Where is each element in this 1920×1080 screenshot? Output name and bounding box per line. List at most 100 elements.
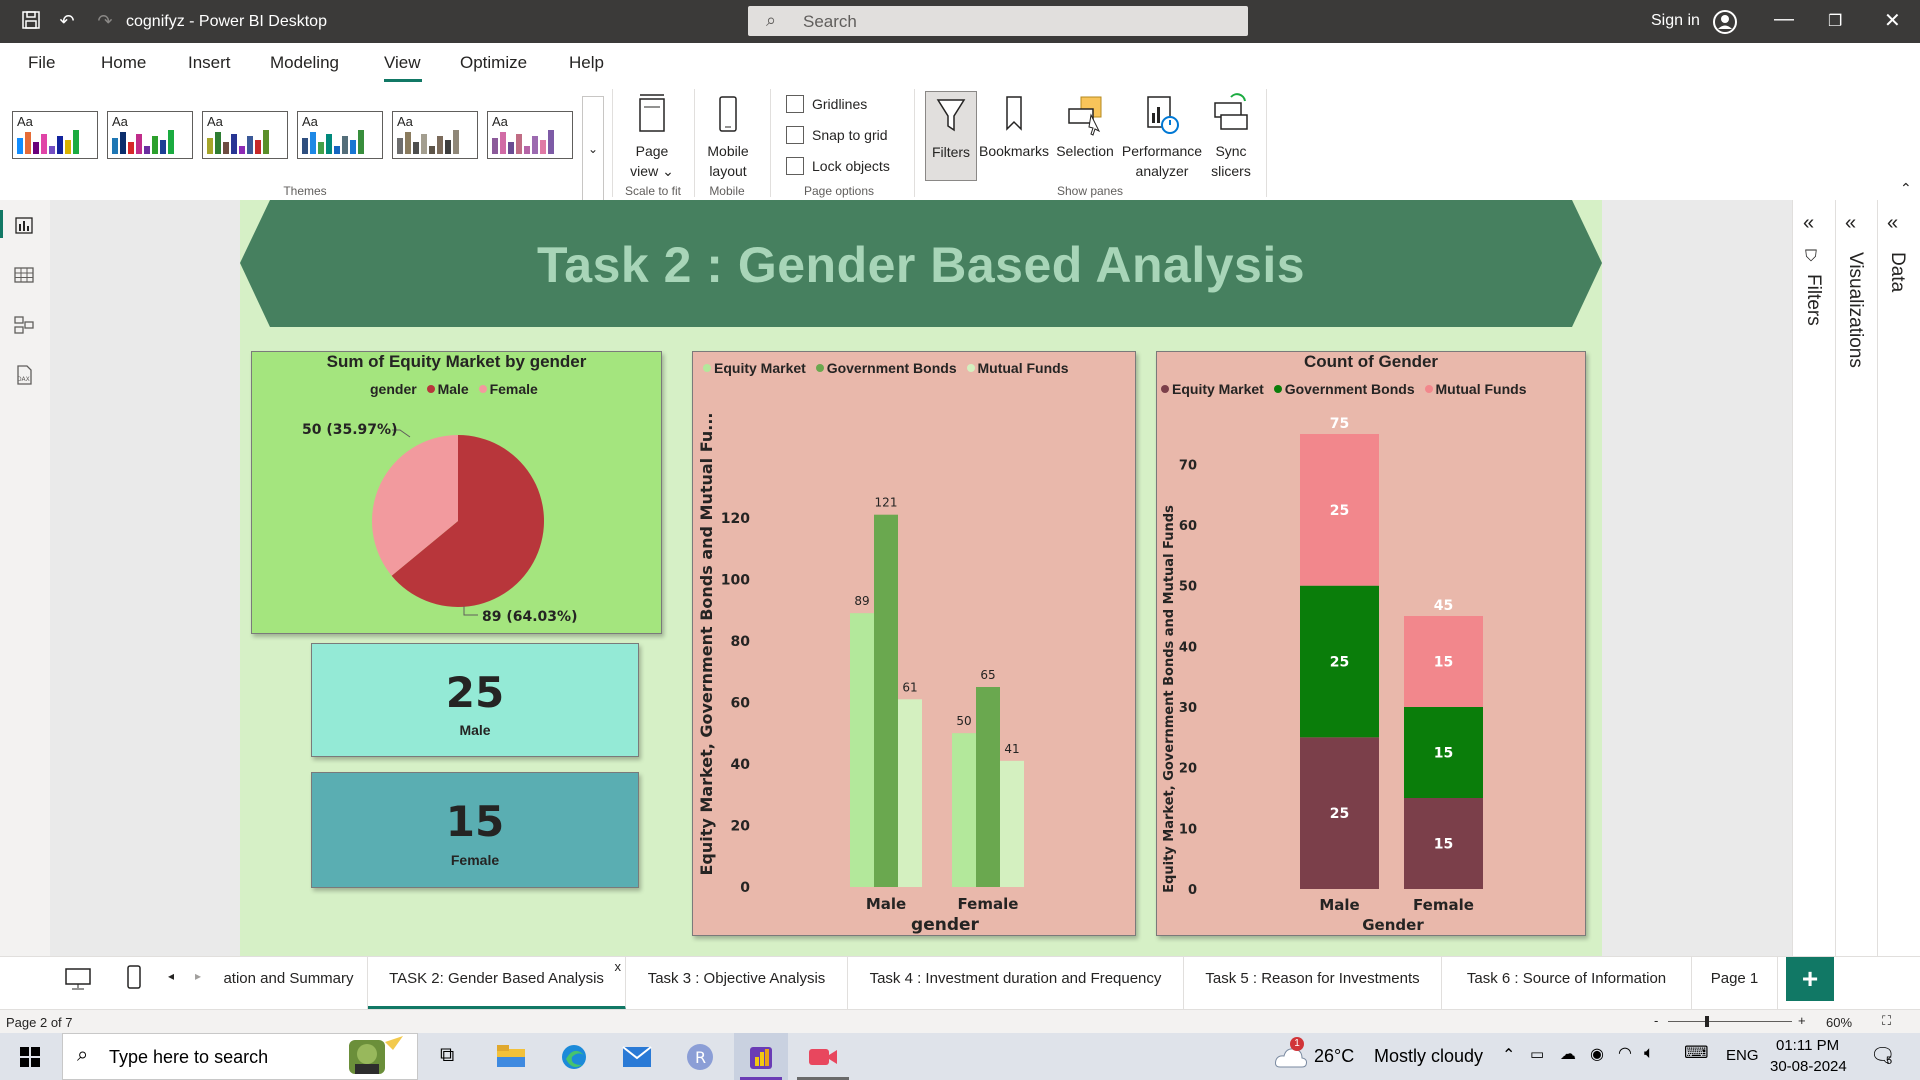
close-icon[interactable]: ✕ <box>1884 8 1901 33</box>
previous-page-icon[interactable]: ◂ <box>168 969 174 983</box>
restore-icon[interactable]: ❐ <box>1828 11 1842 31</box>
snap-to-grid-checkbox[interactable]: Snap to grid <box>786 126 888 144</box>
model-view-icon[interactable] <box>13 314 35 336</box>
battery-icon[interactable]: ▭ <box>1530 1045 1544 1063</box>
tab-page1[interactable]: Page 1 <box>1692 957 1778 1010</box>
windows-taskbar: ⌕ Type here to search ⧉ R 1 26°C Mostly … <box>0 1033 1920 1080</box>
page-view-button[interactable]: Page view ⌄ <box>622 91 682 181</box>
wifi-icon[interactable]: ◠ <box>1618 1043 1632 1063</box>
language-indicator[interactable]: ENG <box>1726 1047 1759 1064</box>
zoom-slider[interactable] <box>1668 1016 1792 1027</box>
edge-browser-icon[interactable] <box>560 1043 588 1071</box>
performance-analyzer-icon <box>1147 96 1179 134</box>
theme-swatch[interactable]: Aa <box>297 111 383 159</box>
mail-icon[interactable] <box>622 1045 652 1069</box>
selection-pane-button[interactable]: Selection <box>1052 91 1118 161</box>
table-view-icon[interactable] <box>13 264 35 286</box>
theme-swatch-bar <box>453 130 459 154</box>
tab-task2-gender[interactable]: TASK 2: Gender Based Analysis x <box>368 957 626 1010</box>
file-explorer-icon[interactable] <box>496 1043 526 1069</box>
r-app-icon[interactable]: R <box>686 1043 714 1071</box>
report-view-icon[interactable] <box>13 214 35 236</box>
search-input[interactable]: ⌕ Search <box>748 6 1248 36</box>
close-tab-icon[interactable]: x <box>615 945 622 989</box>
menu-home[interactable]: Home <box>101 53 146 73</box>
visualizations-pane-collapsed[interactable]: « Visualizations <box>1835 200 1878 1009</box>
tab-summary[interactable]: ation and Summary <box>210 957 368 1010</box>
menu-help[interactable]: Help <box>569 53 604 73</box>
male-count-card[interactable]: 25 Male <box>311 643 639 757</box>
chevron-up-icon[interactable]: ⌃ <box>1502 1045 1515 1065</box>
ribbon-separator <box>612 89 613 197</box>
clock-date[interactable]: 30-08-2024 <box>1770 1058 1847 1075</box>
menu-insert[interactable]: Insert <box>188 53 231 73</box>
theme-swatch[interactable]: Aa <box>12 111 98 159</box>
performance-analyzer-button[interactable]: Performance analyzer <box>1118 91 1206 181</box>
tab-task4[interactable]: Task 4 : Investment duration and Frequen… <box>848 957 1184 1010</box>
menu-view[interactable]: View <box>384 53 421 73</box>
zoom-in-button[interactable]: + <box>1798 1013 1806 1028</box>
female-count-card[interactable]: 15 Female <box>311 772 639 888</box>
filters-pane-button[interactable]: Filters <box>925 91 977 181</box>
expand-filters-icon[interactable]: « <box>1803 212 1814 235</box>
theme-swatch-bars <box>17 130 79 154</box>
volume-icon[interactable]: 🔈︎ <box>1644 1043 1654 1063</box>
zoom-thumb[interactable] <box>1705 1016 1710 1027</box>
stack-total-label: 45 <box>1434 598 1453 614</box>
stacked-column-visual[interactable]: Count of Gender Equity Market Government… <box>1156 351 1586 936</box>
collapse-ribbon-icon[interactable]: ⌃ <box>1900 180 1912 197</box>
active-menu-indicator <box>384 79 422 82</box>
lock-objects-checkbox[interactable]: Lock objects <box>786 157 890 175</box>
tab-task6[interactable]: Task 6 : Source of Information <box>1442 957 1692 1010</box>
taskbar-search-box[interactable]: ⌕ Type here to search <box>62 1033 418 1080</box>
expand-data-icon[interactable]: « <box>1887 212 1898 235</box>
desktop-layout-icon[interactable] <box>64 967 92 991</box>
clock-time[interactable]: 01:11 PM <box>1776 1037 1839 1054</box>
theme-swatch[interactable]: Aa <box>487 111 573 159</box>
webcam-icon[interactable]: ◉ <box>1590 1044 1604 1064</box>
expand-visualizations-icon[interactable]: « <box>1845 212 1856 235</box>
mobile-layout-icon[interactable] <box>125 964 143 992</box>
sync-slicers-button[interactable]: Sync slicers <box>1206 91 1256 181</box>
zoom-out-button[interactable]: - <box>1654 1013 1658 1028</box>
menu-optimize[interactable]: Optimize <box>460 53 527 73</box>
filters-pane-collapsed[interactable]: « ⛉ Filters <box>1793 200 1836 1009</box>
account-icon[interactable] <box>1712 9 1738 40</box>
gridlines-checkbox[interactable]: Gridlines <box>786 95 867 113</box>
theme-swatch-bars <box>207 130 269 154</box>
save-icon[interactable] <box>20 10 42 32</box>
data-pane-collapsed[interactable]: « Data <box>1877 200 1919 1009</box>
mobile-layout-button[interactable]: Mobile layout <box>700 91 756 181</box>
weather-widget[interactable]: 1 26°C Mostly cloudy <box>1274 1033 1486 1080</box>
undo-icon[interactable]: ↶ <box>56 10 78 32</box>
fit-to-page-icon[interactable]: ⛶ <box>1882 1013 1891 1029</box>
theme-swatch[interactable]: Aa <box>202 111 288 159</box>
menu-file[interactable]: File <box>28 53 55 73</box>
clustered-column-visual[interactable]: Equity Market Government Bonds Mutual Fu… <box>692 351 1136 936</box>
onedrive-icon[interactable]: ☁ <box>1560 1044 1576 1064</box>
windows-start-icon[interactable] <box>20 1047 40 1067</box>
sign-in-button[interactable]: Sign in <box>1651 12 1700 30</box>
theme-swatch[interactable]: Aa <box>392 111 478 159</box>
video-app-icon[interactable] <box>808 1045 838 1069</box>
dax-query-view-icon[interactable]: DAX <box>13 364 35 386</box>
theme-swatch[interactable]: Aa <box>107 111 193 159</box>
task-view-icon[interactable]: ⧉ <box>440 1044 454 1067</box>
keyboard-icon[interactable]: ⌨ <box>1684 1043 1709 1063</box>
redo-icon[interactable]: ↷ <box>94 10 116 32</box>
pie-chart-visual[interactable]: Sum of Equity Market by gender gender Ma… <box>251 351 662 634</box>
powerbi-taskbar-item[interactable] <box>734 1033 788 1080</box>
theme-swatch-sample: Aa <box>17 114 33 129</box>
next-page-icon[interactable]: ▸ <box>195 969 201 983</box>
tab-task5[interactable]: Task 5 : Reason for Investments <box>1184 957 1442 1010</box>
notification-count: 5 <box>1886 1055 1893 1067</box>
theme-swatch-bar <box>358 130 364 154</box>
add-page-button[interactable]: + <box>1786 957 1834 1001</box>
ribbon-separator <box>914 89 915 197</box>
tab-task3[interactable]: Task 3 : Objective Analysis <box>626 957 848 1010</box>
bookmarks-pane-button[interactable]: Bookmarks <box>976 91 1052 161</box>
theme-swatch-bar <box>255 140 261 154</box>
menu-modeling[interactable]: Modeling <box>270 53 339 73</box>
minimize-icon[interactable]: — <box>1774 8 1794 31</box>
theme-swatch-sample: Aa <box>207 114 223 129</box>
